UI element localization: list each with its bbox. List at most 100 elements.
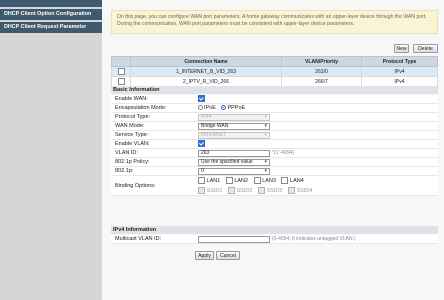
service-type-select: INTERNET ▾	[198, 132, 270, 139]
radio-icon[interactable]	[198, 105, 203, 111]
table-row[interactable]: 1_INTERNET_B_VID_263 263/0 IPv4	[111, 66, 438, 77]
table-row[interactable]: 2_IPTV_R_VID_266 266/7 IPv4	[111, 76, 438, 87]
main-panel: On this page, you can configure WAN port…	[102, 0, 444, 300]
binding-lan1[interactable]: LAN1	[198, 177, 220, 186]
enable-wan-checkbox[interactable]	[198, 95, 205, 103]
chevron-down-icon: ▾	[264, 123, 267, 129]
binding-ssid4: SSID4	[287, 187, 313, 196]
vlan-id-row: VLAN ID: 263 *(1~4094)	[111, 149, 438, 158]
checkbox-icon[interactable]	[225, 177, 233, 185]
sidebar-item-top[interactable]	[0, 0, 102, 7]
binding-lan3-label: LAN3	[262, 178, 276, 184]
sidebar-item-dhcp-client-option[interactable]: DHCP Client Option Configuration	[0, 9, 102, 20]
sidebar-item-dhcp-client-request[interactable]: DHCP Client Request Parameter	[0, 22, 102, 33]
protocol-type-row: Protocol Type: IPv4 ▾	[111, 113, 438, 122]
delete-button[interactable]: Delete	[413, 44, 438, 53]
table-header: Connection Name VLAN/Priority Protocol T…	[111, 56, 438, 67]
binding-lan-options: LAN1 LAN2 LAN3 LAN4	[198, 177, 308, 186]
page-description: On this page, you can configure WAN port…	[111, 10, 438, 34]
vlan-priority: 263/0	[281, 66, 362, 77]
checkbox-icon[interactable]	[117, 68, 125, 75]
chevron-down-icon: ▾	[264, 168, 267, 174]
vlan-id-hint: *(1~4094)	[272, 150, 295, 156]
protocol-type-label: Protocol Type:	[115, 114, 151, 120]
binding-ssid3-label: SSID3	[266, 188, 283, 194]
binding-ssid3: SSID3	[257, 187, 283, 196]
enable-wan-label: Enable WAN:	[115, 96, 148, 102]
service-type-row: Service Type: INTERNET ▾	[111, 131, 438, 140]
binding-lan2-label: LAN2	[234, 178, 249, 184]
multicast-vlan-input[interactable]	[198, 236, 270, 243]
row-checkbox[interactable]	[111, 66, 131, 77]
multicast-vlan-label: Multicast VLAN ID:	[115, 236, 162, 242]
apply-button[interactable]: Apply	[195, 251, 214, 260]
connection-name: 2_IPTV_R_VID_266	[130, 76, 282, 87]
binding-lan4[interactable]: LAN4	[281, 177, 304, 186]
p8021-value: 0	[201, 168, 204, 174]
binding-options-row: Binding Options: LAN1 LAN2 LAN3 LAN4 SSI…	[111, 176, 438, 196]
encapsulation-options: IPoE PPPoE	[198, 104, 249, 113]
binding-lan2[interactable]: LAN2	[225, 177, 249, 186]
multicast-vlan-hint: (0-4094; 0 indicates untagged VLAN.)	[272, 236, 356, 242]
checkbox-icon[interactable]	[253, 177, 261, 185]
service-type-label: Service Type:	[115, 132, 149, 138]
checkbox-icon	[227, 187, 235, 195]
binding-lan3[interactable]: LAN3	[253, 177, 276, 186]
connection-name: 1_INTERNET_B_VID_263	[130, 66, 282, 77]
binding-options-label: Binding Options:	[115, 183, 156, 189]
checkbox-icon[interactable]	[281, 177, 289, 185]
encap-pppoe-label: PPPoE	[227, 105, 246, 111]
new-button[interactable]: New	[394, 44, 409, 53]
encap-ipoe-label: IPoE	[204, 105, 216, 111]
column-header-connection-name: Connection Name	[130, 56, 282, 67]
encap-pppoe-option[interactable]: PPPoE	[221, 104, 245, 113]
policy-row: 802.1p Policy: Use the specified value ▾	[111, 158, 438, 167]
chevron-down-icon: ▾	[264, 159, 267, 165]
checkbox-icon[interactable]	[117, 78, 125, 85]
enable-vlan-checkbox[interactable]	[198, 140, 205, 148]
binding-ssid2-label: SSID2	[236, 188, 253, 194]
checkbox-icon[interactable]	[198, 177, 205, 185]
row-checkbox[interactable]	[111, 76, 131, 87]
enable-wan-row: Enable WAN:	[111, 95, 438, 104]
cancel-button[interactable]: Cancel	[216, 251, 240, 260]
protocol-type: IPv4	[361, 66, 438, 77]
wan-mode-row: WAN Mode: Bridge WAN ▾	[111, 122, 438, 131]
protocol-type-value: IPv4	[201, 114, 212, 120]
column-header-select	[111, 56, 131, 67]
chevron-down-icon: ▾	[264, 132, 267, 138]
binding-ssid4-label: SSID4	[296, 188, 313, 194]
enable-wan-value	[198, 95, 205, 104]
p8021-row: 802.1p: 0 ▾	[111, 167, 438, 176]
policy-value: Use the specified value	[201, 159, 253, 165]
enable-vlan-value	[198, 140, 205, 149]
checkbox-icon	[257, 187, 265, 195]
binding-lan4-label: LAN4	[290, 178, 304, 184]
wan-mode-label: WAN Mode:	[115, 123, 145, 129]
protocol-type-select: IPv4 ▾	[198, 114, 270, 121]
wan-connection-table: Connection Name VLAN/Priority Protocol T…	[111, 56, 438, 87]
column-header-vlan-priority: VLAN/Priority	[281, 56, 362, 67]
radio-icon[interactable]	[221, 105, 227, 111]
p8021-select[interactable]: 0 ▾	[198, 168, 270, 175]
vlan-id-input[interactable]: 263	[198, 150, 270, 157]
policy-select[interactable]: Use the specified value ▾	[198, 159, 270, 166]
service-type-value: INTERNET	[201, 132, 226, 138]
encap-ipoe-option[interactable]: IPoE	[198, 104, 216, 113]
ipv4-information-header: IPv4 Information	[111, 226, 438, 234]
vlan-id-label: VLAN ID:	[115, 150, 138, 156]
basic-information-header: Basic Information	[111, 86, 438, 94]
multicast-vlan-row: Multicast VLAN ID: (0-4094; 0 indicates …	[111, 235, 438, 244]
checkbox-icon	[198, 187, 205, 195]
binding-ssid-options: SSID1 SSID2 SSID3 SSID4	[198, 187, 316, 196]
wan-mode-value: Bridge WAN	[201, 123, 229, 129]
checkbox-icon	[287, 187, 295, 195]
wan-mode-select[interactable]: Bridge WAN ▾	[198, 123, 270, 130]
column-header-protocol-type: Protocol Type	[361, 56, 438, 67]
chevron-down-icon: ▾	[264, 114, 267, 120]
vlan-priority: 266/7	[281, 76, 362, 87]
enable-vlan-row: Enable VLAN:	[111, 140, 438, 149]
protocol-type: IPv4	[361, 76, 438, 87]
encapsulation-row: Encapsulation Mode: IPoE PPPoE	[111, 104, 438, 113]
policy-label: 802.1p Policy:	[115, 159, 150, 165]
